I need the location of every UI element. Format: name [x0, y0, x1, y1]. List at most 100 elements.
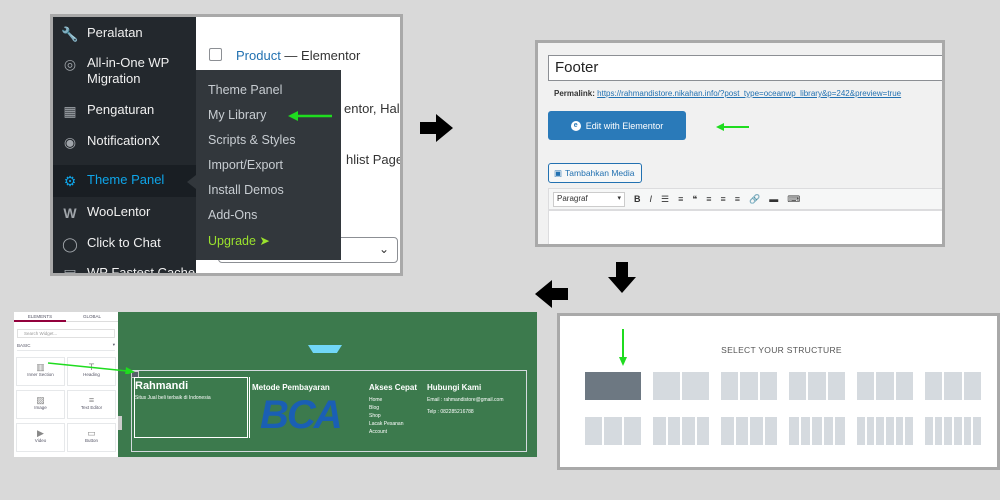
green-pointer-arrow-icon	[47, 362, 135, 374]
sidebar-item-pengaturan[interactable]: ▦ Pengaturan	[53, 102, 196, 120]
widget-text-editor[interactable]: ≡ Text Editor	[67, 390, 116, 419]
submenu-item-install-demos[interactable]: Install Demos	[208, 183, 284, 197]
elementor-widget-panel: ELEMENTS GLOBAL Search Widget... BASIC ▾…	[14, 312, 118, 457]
row-checkbox[interactable]	[209, 48, 222, 61]
sidebar-item-wp-fastest-cache[interactable]: ▤ WP Fastest Cache	[53, 265, 196, 273]
bullet-list-icon[interactable]: ☰	[661, 194, 669, 205]
edit-with-elementor-button[interactable]: e Edit with Elementor	[548, 111, 686, 140]
video-icon: ▶	[37, 428, 44, 438]
sidebar-item-migration[interactable]: ◎ All-in-One WP Migration	[53, 55, 196, 87]
submenu-item-my-library[interactable]: My Library	[208, 108, 266, 122]
sidebar-item-theme-panel[interactable]: ⚙ Theme Panel	[53, 165, 196, 197]
structure-option[interactable]	[585, 372, 641, 400]
widget-video[interactable]: ▶ Video	[16, 423, 65, 452]
payment-title: Metode Pembayaran	[252, 383, 330, 392]
structure-option[interactable]	[721, 417, 777, 445]
structure-column	[876, 417, 885, 445]
submenu-item-scripts-styles[interactable]: Scripts & Styles	[208, 133, 296, 147]
structure-option[interactable]	[585, 417, 641, 445]
structure-column	[800, 417, 811, 445]
toolbar-toggle-icon[interactable]: ⌨	[787, 194, 800, 205]
submenu-item-upgrade[interactable]: Upgrade ➤	[208, 233, 270, 248]
arrow-left-icon	[535, 280, 568, 308]
widget-search-input[interactable]: Search Widget...	[17, 329, 115, 338]
sidebar-item-click-to-chat[interactable]: ◯ Click to Chat	[53, 235, 196, 253]
structure-column	[857, 417, 865, 445]
sidebar-item-peralatan[interactable]: 🔧 Peralatan	[53, 25, 196, 43]
italic-icon[interactable]: I	[650, 194, 653, 204]
sidebar-item-label: NotificationX	[87, 133, 160, 148]
format-select[interactable]: Paragraf ▾	[553, 191, 625, 207]
add-media-button[interactable]: ▣ Tambahkan Media	[548, 163, 642, 183]
structure-option[interactable]	[721, 372, 777, 400]
structure-option[interactable]	[789, 417, 845, 445]
structure-column	[934, 417, 943, 445]
footer-link[interactable]: Account	[369, 428, 387, 436]
structure-column	[895, 372, 913, 400]
product-link[interactable]: Product	[236, 48, 281, 63]
sidebar-item-label: All-in-One WP Migration	[87, 55, 170, 86]
post-title-input[interactable]: Footer	[548, 55, 942, 81]
numbered-list-icon[interactable]: ≡	[678, 194, 683, 204]
whatsapp-icon: ◯	[62, 236, 78, 252]
structure-column	[682, 372, 709, 400]
editor-toolbar: Paragraf ▾ B I ☰ ≡ ❝ ≡ ≡ ≡ 🔗 ▬ ⌨	[548, 188, 942, 210]
structure-option[interactable]	[653, 372, 709, 400]
wp-admin-panel: 🔧 Peralatan ◎ All-in-One WP Migration ▦ …	[50, 14, 403, 276]
structure-option[interactable]	[857, 417, 914, 445]
footer-link[interactable]: Blog	[369, 404, 379, 412]
structure-column	[973, 417, 982, 445]
sidebar-item-woolentor[interactable]: W WooLentor	[53, 204, 196, 222]
bca-logo: BCA	[260, 393, 343, 437]
footer-link[interactable]: Shop	[369, 412, 381, 420]
panel-collapse-handle[interactable]	[118, 416, 122, 430]
footer-link[interactable]: Home	[369, 396, 382, 404]
bold-icon[interactable]: B	[634, 194, 641, 204]
structure-column	[808, 372, 826, 400]
sidebar-item-notificationx[interactable]: ◉ NotificationX	[53, 133, 196, 151]
section-handle[interactable]	[308, 345, 342, 353]
submenu-item-import-export[interactable]: Import/Export	[208, 158, 283, 172]
footer-link[interactable]: Lacak Pesanan	[369, 420, 403, 428]
footer-tagline: Situs Jual beli terbaik di Indonesia	[135, 395, 211, 401]
align-right-icon[interactable]: ≡	[735, 194, 740, 204]
structure-option[interactable]	[925, 372, 981, 400]
tab-elements[interactable]: ELEMENTS	[14, 312, 66, 322]
permalink-url[interactable]: https://rahmandistore.nikahan.info/?post…	[597, 89, 901, 98]
structure-column	[944, 417, 953, 445]
wrench-icon: 🔧	[61, 26, 79, 42]
button-icon: ▭	[87, 428, 96, 438]
align-center-icon[interactable]: ≡	[720, 194, 725, 204]
structure-column	[925, 372, 943, 400]
structure-column	[585, 372, 641, 400]
woolentor-icon: W	[63, 205, 77, 221]
structure-option[interactable]	[925, 417, 982, 445]
row-text: entor, Halam	[344, 101, 400, 116]
link-icon[interactable]: 🔗	[749, 194, 760, 205]
image-icon: ▨	[36, 395, 45, 405]
green-pointer-arrow-icon	[288, 111, 332, 121]
structure-column	[823, 417, 834, 445]
structure-column	[653, 417, 666, 445]
links-title: Akses Cepat	[369, 383, 418, 392]
editor-content-area[interactable]	[548, 210, 942, 244]
structure-option[interactable]	[653, 417, 709, 445]
submenu-item-add-ons[interactable]: Add-Ons	[208, 208, 257, 222]
structure-option[interactable]	[789, 372, 845, 400]
blockquote-icon[interactable]: ❝	[692, 194, 697, 205]
category-basic[interactable]: BASIC ▾	[17, 342, 115, 351]
submenu-item-theme-panel[interactable]: Theme Panel	[208, 83, 282, 97]
align-left-icon[interactable]: ≡	[706, 194, 711, 204]
format-select-value: Paragraf	[557, 193, 588, 203]
tab-global[interactable]: GLOBAL	[66, 312, 118, 322]
sidebar-item-label: WooLentor	[87, 204, 151, 219]
row-text: hlist Page	[346, 152, 403, 167]
read-more-icon[interactable]: ▬	[769, 194, 778, 204]
structure-column	[886, 417, 894, 445]
sidebar-item-label: Theme Panel	[87, 172, 165, 187]
widget-button[interactable]: ▭ Button	[67, 423, 116, 452]
widget-image[interactable]: ▨ Image	[16, 390, 65, 419]
active-menu-pointer	[187, 175, 196, 189]
structure-option[interactable]	[857, 372, 913, 400]
gear-icon: ⚙	[63, 173, 77, 189]
